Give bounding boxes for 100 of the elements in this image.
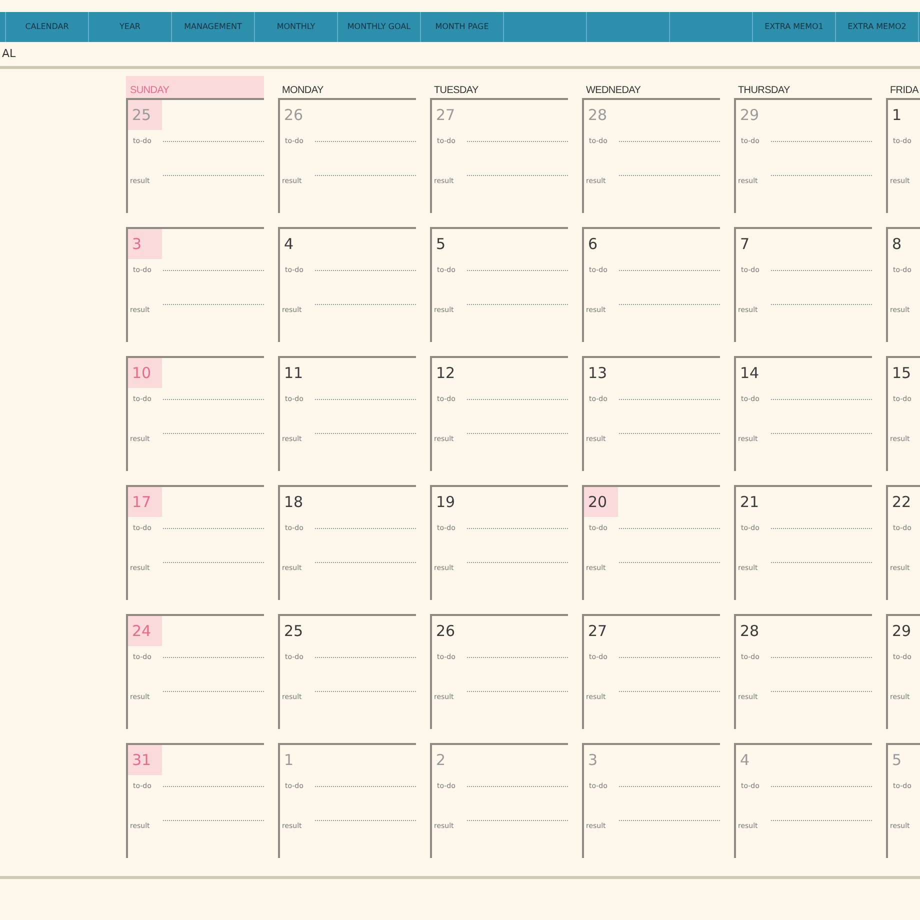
day-number: 20 (584, 487, 618, 517)
writing-line[interactable] (163, 304, 264, 306)
writing-line[interactable] (619, 691, 720, 692)
writing-line[interactable] (771, 175, 872, 176)
writing-line[interactable] (771, 656, 872, 658)
day-number: 29 (739, 104, 760, 126)
day-number: 26 (283, 104, 304, 126)
nav-tab[interactable]: MONTHLY GOAL (347, 21, 411, 33)
writing-line[interactable] (163, 398, 264, 400)
weekday-header: FRIDA (889, 84, 920, 98)
writing-line[interactable] (467, 562, 568, 564)
writing-line[interactable] (619, 656, 720, 658)
day-number: 6 (587, 234, 599, 255)
writing-line[interactable] (467, 304, 568, 306)
nav-tab[interactable]: EXTRA MEMO1 (764, 21, 824, 33)
writing-line[interactable] (619, 786, 720, 787)
nav-tab[interactable]: MANAGEMENT (184, 21, 242, 33)
writing-line[interactable] (619, 820, 720, 822)
day-number: 8 (891, 234, 903, 255)
writing-line[interactable] (315, 175, 416, 176)
nav-tab[interactable]: MONTH PAGE (435, 21, 489, 33)
day-number: 17 (128, 487, 162, 517)
day-number: 4 (283, 234, 295, 255)
writing-line[interactable] (163, 528, 264, 529)
page-title: AL (2, 46, 16, 62)
writing-line[interactable] (315, 304, 416, 306)
writing-line[interactable] (315, 140, 416, 142)
writing-line[interactable] (467, 398, 568, 400)
writing-line[interactable] (467, 175, 568, 176)
day-number: 12 (435, 362, 456, 384)
writing-line[interactable] (619, 140, 720, 142)
writing-line[interactable] (467, 691, 568, 692)
writing-line[interactable] (315, 656, 416, 658)
day-number: 28 (739, 620, 760, 642)
day-number: 25 (128, 100, 162, 130)
writing-line[interactable] (771, 304, 872, 306)
writing-line[interactable] (771, 562, 872, 564)
writing-line[interactable] (163, 656, 264, 658)
writing-line[interactable] (467, 528, 568, 529)
day-number: 18 (283, 492, 304, 513)
day-number: 5 (435, 234, 447, 255)
writing-line[interactable] (163, 270, 264, 271)
nav-tab[interactable]: YEAR (120, 21, 140, 33)
writing-line[interactable] (771, 820, 872, 822)
writing-line[interactable] (619, 528, 720, 529)
writing-line[interactable] (467, 433, 568, 434)
writing-line[interactable] (771, 140, 872, 142)
day-number: 29 (891, 620, 912, 642)
day-number: 26 (435, 620, 456, 642)
weekday-header: TUESDAY (433, 84, 480, 98)
weekday-header: SUNDAY (126, 76, 264, 98)
day-number: 5 (891, 750, 903, 771)
day-number: 15 (891, 362, 912, 384)
nav-tab[interactable]: EXTRA MEMO2 (848, 21, 906, 33)
writing-line[interactable] (163, 433, 264, 434)
day-number: 3 (587, 750, 599, 771)
writing-line[interactable] (619, 270, 720, 271)
day-number: 21 (739, 492, 760, 513)
writing-line[interactable] (163, 820, 264, 822)
writing-line[interactable] (315, 562, 416, 564)
writing-line[interactable] (619, 433, 720, 434)
writing-line[interactable] (163, 140, 264, 142)
writing-line[interactable] (619, 175, 720, 176)
nav-tab[interactable]: MONTHLY (276, 21, 316, 33)
day-number: 19 (435, 492, 456, 513)
writing-line[interactable] (771, 433, 872, 434)
writing-line[interactable] (163, 562, 264, 564)
writing-line[interactable] (315, 270, 416, 271)
writing-line[interactable] (619, 398, 720, 400)
nav-tab[interactable]: CALENDAR (25, 21, 69, 33)
day-number: 24 (128, 616, 162, 646)
writing-line[interactable] (771, 398, 872, 400)
day-number: 27 (587, 620, 608, 642)
day-number: 14 (739, 362, 760, 384)
writing-line[interactable] (315, 691, 416, 692)
writing-line[interactable] (771, 691, 872, 692)
writing-line[interactable] (315, 786, 416, 787)
writing-line[interactable] (315, 820, 416, 822)
writing-line[interactable] (315, 528, 416, 529)
writing-line[interactable] (771, 528, 872, 529)
writing-line[interactable] (467, 820, 568, 822)
writing-line[interactable] (771, 270, 872, 271)
day-number: 2 (435, 750, 447, 771)
writing-line[interactable] (619, 562, 720, 564)
day-number: 28 (587, 104, 608, 126)
writing-line[interactable] (467, 786, 568, 787)
writing-line[interactable] (163, 175, 264, 176)
writing-line[interactable] (467, 270, 568, 271)
writing-line[interactable] (467, 656, 568, 658)
writing-line[interactable] (163, 786, 264, 787)
day-number: 22 (891, 492, 912, 513)
writing-line[interactable] (315, 433, 416, 434)
writing-line[interactable] (467, 140, 568, 142)
writing-line[interactable] (163, 691, 264, 692)
day-number: 10 (128, 358, 162, 388)
writing-line[interactable] (315, 398, 416, 400)
day-number: 7 (739, 234, 751, 255)
writing-line[interactable] (619, 304, 720, 306)
day-number: 3 (128, 229, 162, 259)
writing-line[interactable] (771, 786, 872, 787)
